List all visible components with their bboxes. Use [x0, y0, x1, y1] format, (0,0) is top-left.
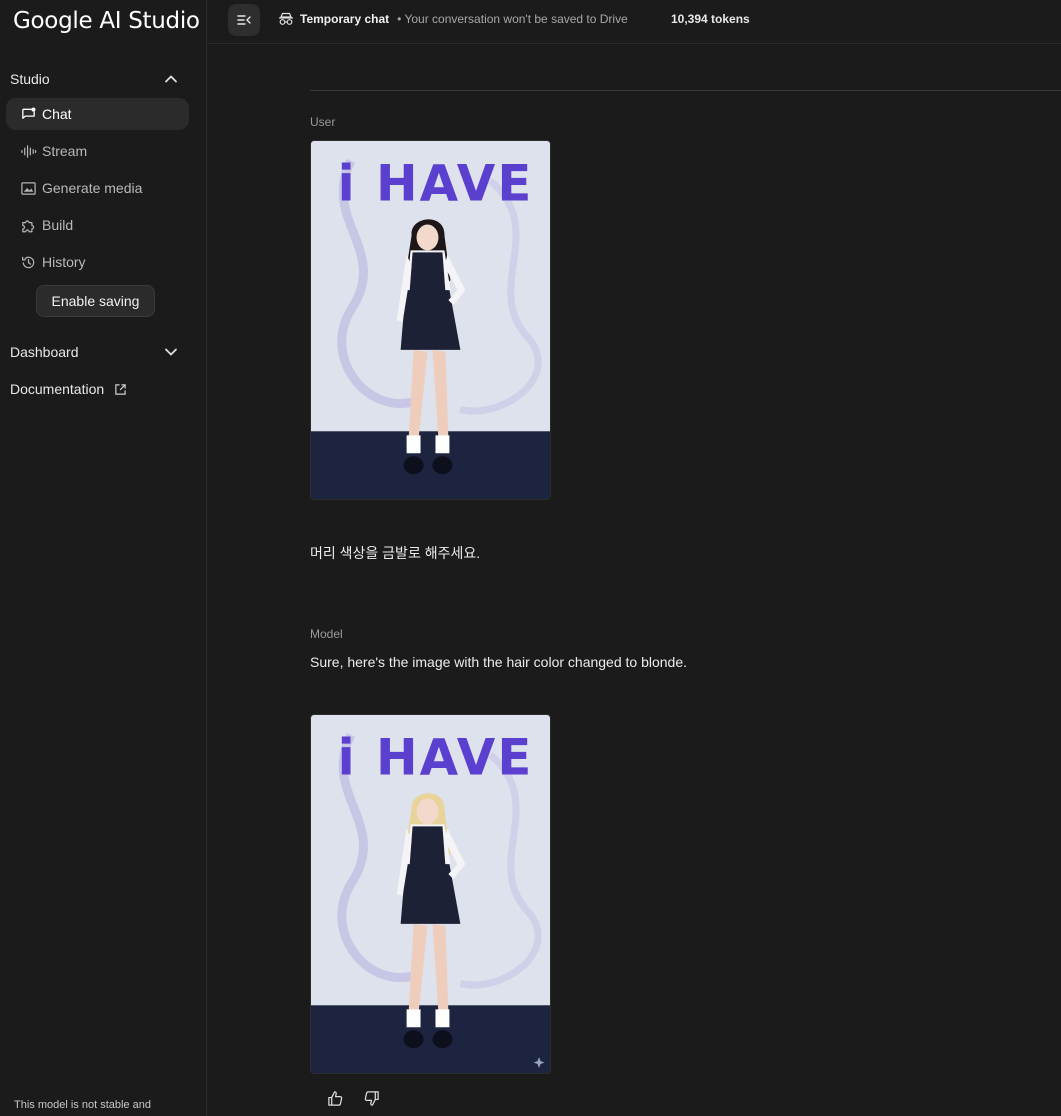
- generate-media-icon: [19, 179, 37, 197]
- token-count: 10,394 tokens: [671, 12, 750, 26]
- sidebar-item-label: Generate media: [42, 180, 143, 196]
- temporary-chat-label: Temporary chat: [300, 12, 390, 26]
- model-role-label: Model: [310, 627, 343, 641]
- documentation-label: Documentation: [10, 381, 105, 397]
- sidebar-item-stream[interactable]: Stream: [6, 135, 189, 167]
- model-message-text: Sure, here's the image with the hair col…: [310, 654, 688, 670]
- dashboard-section-toggle[interactable]: Dashboard: [10, 341, 190, 363]
- sidebar-item-label: Stream: [42, 143, 88, 159]
- sidebar-item-build[interactable]: Build: [6, 209, 189, 241]
- thumbs-down-icon: [364, 1090, 379, 1106]
- history-icon: [19, 253, 37, 271]
- sidebar-item-chat[interactable]: Chat: [6, 98, 189, 130]
- sidebar-item-label: Chat: [42, 106, 72, 122]
- thumbs-up-icon: [327, 1090, 342, 1106]
- model-generated-image[interactable]: i HAVE: [310, 714, 551, 1074]
- chevron-up-icon: [164, 72, 178, 86]
- thumbs-down-button[interactable]: [361, 1088, 381, 1108]
- user-role-label: User: [310, 115, 336, 129]
- incognito-icon: [279, 12, 293, 25]
- app-logo[interactable]: Google AI Studio: [13, 8, 200, 34]
- temporary-chat-indicator: Temporary chat • Your conversation won't…: [278, 12, 628, 26]
- dashboard-section-label: Dashboard: [10, 344, 79, 360]
- user-message-text: 머리 색상을 금발로 해주세요.: [310, 545, 481, 561]
- temporary-chat-note: • Your conversation won't be saved to Dr…: [397, 12, 628, 26]
- sidebar-item-generate-media[interactable]: Generate media: [6, 172, 189, 204]
- thumbs-up-button[interactable]: [325, 1088, 345, 1108]
- poster-title: i HAVE: [338, 729, 534, 787]
- build-icon: [19, 216, 37, 234]
- studio-section-toggle[interactable]: Studio: [10, 68, 190, 90]
- poster-title: i HAVE: [338, 155, 534, 213]
- studio-section-label: Studio: [10, 71, 50, 87]
- sidebar-item-label: Build: [42, 217, 74, 233]
- collapse-sidebar-icon: [237, 15, 251, 25]
- top-bar: Temporary chat • Your conversation won't…: [208, 0, 1061, 44]
- toggle-sidebar-button[interactable]: [228, 4, 260, 36]
- external-link-icon: [115, 383, 126, 395]
- chat-icon: [19, 105, 37, 123]
- documentation-link[interactable]: Documentation: [10, 381, 127, 397]
- stream-icon: [19, 142, 37, 160]
- sidebar-item-history[interactable]: History: [6, 246, 189, 278]
- chevron-down-icon: [164, 345, 178, 359]
- sidebar-item-label: History: [42, 254, 86, 270]
- response-feedback: [325, 1088, 381, 1108]
- chat-divider: [310, 90, 1061, 91]
- sidebar: Google AI Studio Studio Chat Stream Gene…: [0, 0, 207, 1116]
- user-uploaded-image[interactable]: i HAVE: [310, 140, 551, 500]
- model-stability-note: This model is not stable and: [14, 1099, 151, 1111]
- enable-saving-button[interactable]: Enable saving: [36, 285, 155, 317]
